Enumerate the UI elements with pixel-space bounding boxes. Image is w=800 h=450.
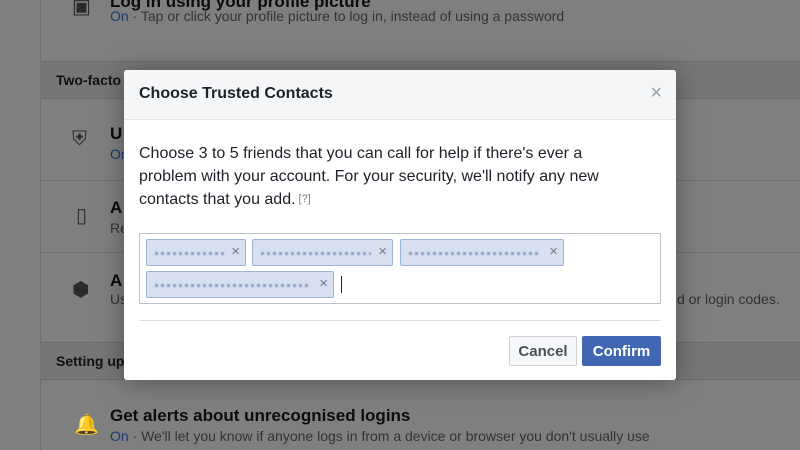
shield-icon: ⛨ — [72, 128, 87, 150]
contact-token[interactable]: × — [146, 239, 246, 266]
contact-token[interactable]: × — [252, 239, 393, 266]
phone-icon: ▯ — [76, 205, 88, 227]
help-link[interactable]: [?] — [299, 193, 311, 205]
cube-icon: ⬢ — [72, 279, 90, 301]
item-a2-right-text: d or login codes. — [677, 291, 780, 307]
dialog-description: Choose 3 to 5 friends that you can call … — [139, 142, 639, 211]
redacted-name — [261, 252, 371, 255]
remove-token-icon[interactable]: × — [319, 276, 328, 292]
bell-icon: 🔔 — [74, 414, 99, 436]
redacted-name — [409, 252, 541, 255]
alerts-title: Get alerts about unrecognised logins — [110, 406, 411, 425]
cancel-button[interactable]: Cancel — [509, 336, 577, 366]
dialog-header: Choose Trusted Contacts × — [124, 70, 676, 120]
contacts-token-input[interactable]: × × × × — [139, 233, 661, 304]
status-on: On — [110, 428, 129, 444]
alerts-desc: On · We'll let you know if anyone logs i… — [110, 428, 650, 444]
dialog-title: Choose Trusted Contacts — [139, 85, 333, 102]
redacted-name — [155, 252, 225, 255]
footer-divider — [139, 320, 661, 321]
camera-icon: ▣ — [72, 0, 91, 18]
remove-token-icon[interactable]: × — [231, 244, 240, 260]
description-text: · We'll let you know if anyone logs in f… — [132, 428, 650, 444]
section-header-label: Setting up — [56, 353, 125, 369]
text-caret — [341, 276, 342, 293]
section-header-label: Two-facto — [56, 72, 122, 88]
trusted-contacts-dialog: Choose Trusted Contacts × Choose 3 to 5 … — [124, 70, 676, 380]
contact-token[interactable]: × — [146, 271, 334, 298]
item-a2-title: A — [110, 271, 123, 290]
close-icon[interactable]: × — [650, 83, 662, 103]
remove-token-icon[interactable]: × — [378, 244, 387, 260]
contact-token[interactable]: × — [400, 239, 564, 266]
description-text: Choose 3 to 5 friends that you can call … — [139, 145, 599, 208]
profile-picture-login-desc: On · Tap or click your profile picture t… — [110, 8, 564, 24]
redacted-name — [155, 284, 311, 287]
description-text: · Tap or click your profile picture to l… — [132, 8, 565, 24]
item-u-title: U — [110, 124, 123, 143]
confirm-button[interactable]: Confirm — [582, 336, 661, 366]
item-a1-title: A — [110, 198, 123, 217]
remove-token-icon[interactable]: × — [549, 244, 558, 260]
status-on: On — [110, 8, 129, 24]
